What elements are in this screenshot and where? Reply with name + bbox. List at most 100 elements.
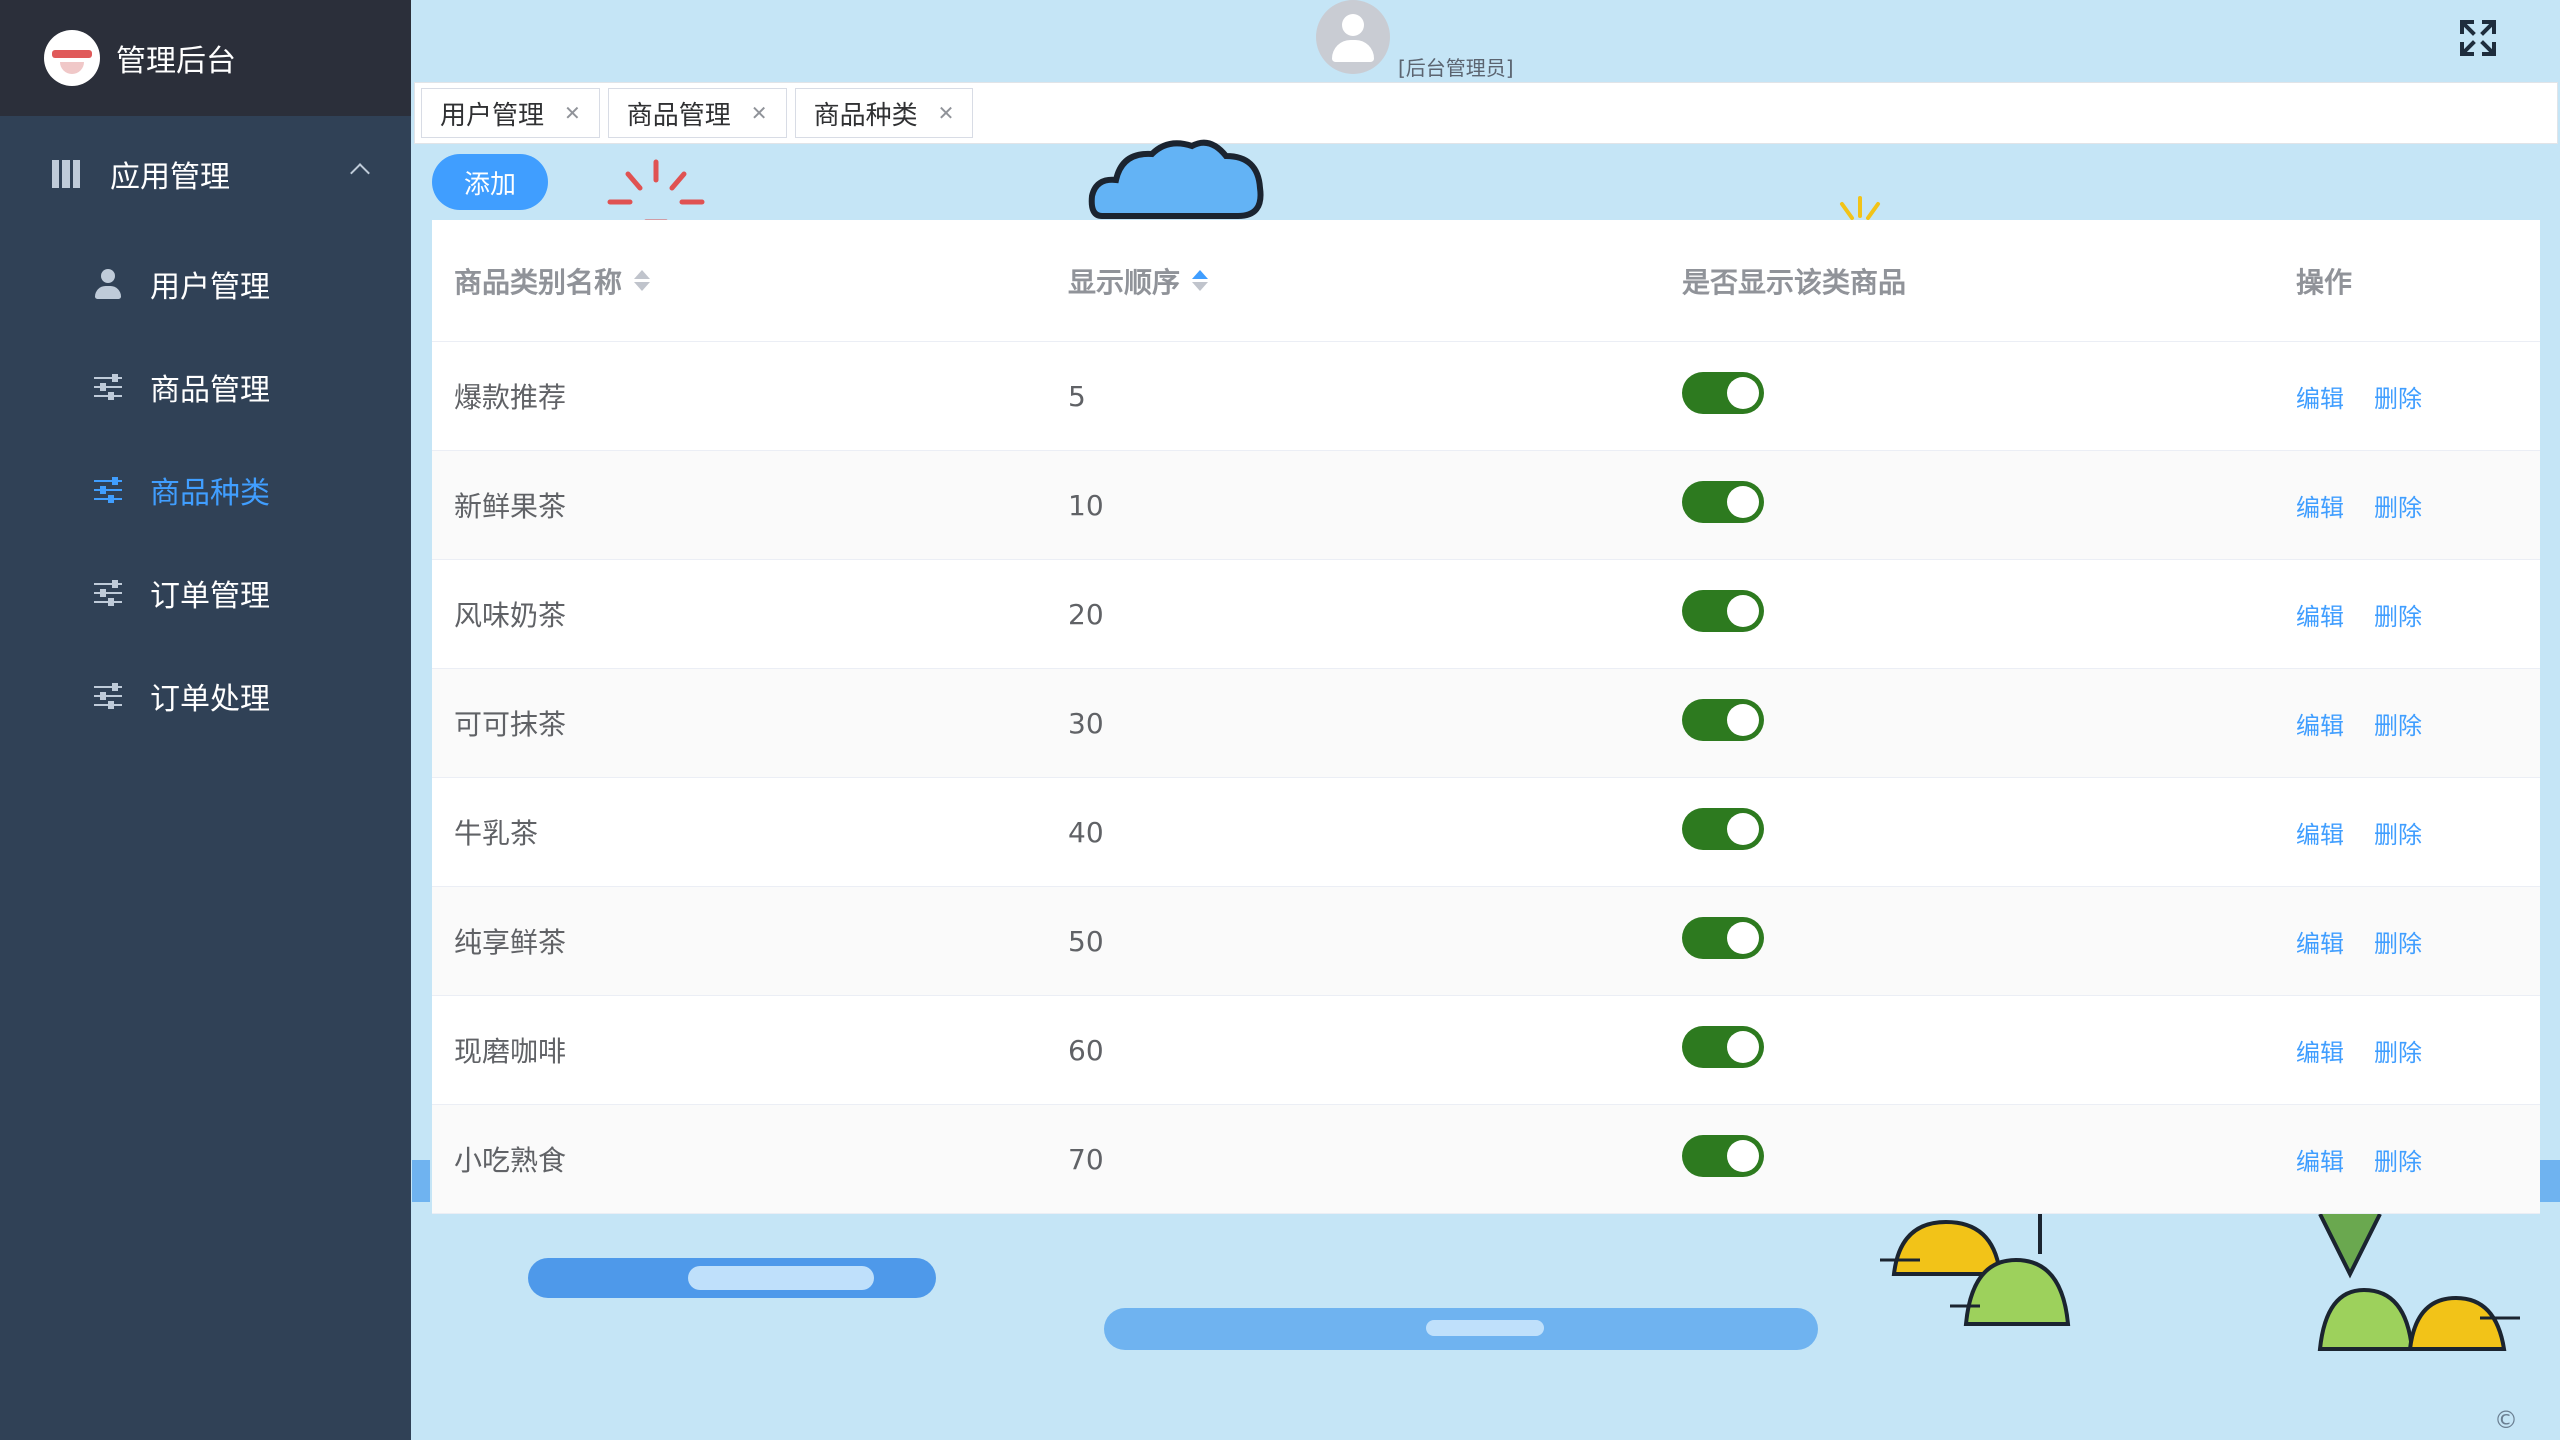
tab-label: 商品管理 — [626, 100, 731, 131]
logo-icon — [44, 30, 100, 86]
display-order: 60 — [1068, 1033, 1104, 1067]
category-name: 风味奶茶 — [454, 599, 567, 632]
delete-link[interactable]: 删除 — [2374, 1148, 2422, 1176]
delete-link[interactable]: 删除 — [2374, 821, 2422, 849]
tab-categories[interactable]: 商品种类 ✕ — [794, 88, 974, 138]
visibility-toggle[interactable] — [1682, 698, 1764, 741]
category-name: 纯享鲜茶 — [454, 926, 567, 959]
visibility-toggle[interactable] — [1682, 1025, 1764, 1068]
sidebar-item-label: 订单管理 — [150, 578, 270, 614]
sort-icon[interactable] — [634, 270, 651, 291]
edit-link[interactable]: 编辑 — [2296, 930, 2344, 958]
close-icon[interactable]: ✕ — [751, 101, 768, 125]
close-icon[interactable]: ✕ — [564, 101, 581, 125]
header-actions: 操作 — [2296, 265, 2353, 299]
user-role: [后台管理员] — [1398, 56, 1514, 80]
decor-bar — [1104, 1308, 1818, 1350]
sliders-icon — [92, 371, 124, 403]
tab-label: 用户管理 — [440, 100, 545, 131]
add-button[interactable]: 添加 — [432, 154, 548, 210]
menu-group-app-management[interactable]: 应用管理 — [0, 116, 411, 232]
header-display-order[interactable]: 显示顺序 — [1046, 261, 1660, 301]
sidebar-item-categories[interactable]: 商品种类 — [0, 438, 411, 541]
category-name: 牛乳茶 — [454, 817, 539, 850]
sidebar-item-users[interactable]: 用户管理 — [0, 232, 411, 335]
delete-link[interactable]: 删除 — [2374, 494, 2422, 522]
sidebar-item-label: 商品管理 — [150, 372, 270, 408]
tab-label: 商品种类 — [813, 100, 918, 131]
sliders-icon — [92, 680, 124, 712]
edit-link[interactable]: 编辑 — [2296, 603, 2344, 631]
category-name: 新鲜果茶 — [454, 490, 567, 523]
display-order: 10 — [1068, 488, 1104, 522]
table-row: 现磨咖啡 60 编辑 删除 — [432, 996, 2540, 1105]
category-name: 小吃熟食 — [454, 1144, 567, 1177]
display-order: 40 — [1068, 815, 1104, 849]
delete-link[interactable]: 删除 — [2374, 1039, 2422, 1067]
display-order: 5 — [1068, 379, 1086, 413]
delete-link[interactable]: 删除 — [2374, 712, 2422, 740]
display-order: 70 — [1068, 1142, 1104, 1176]
edit-link[interactable]: 编辑 — [2296, 821, 2344, 849]
decor-bar — [528, 1258, 936, 1298]
visibility-toggle[interactable] — [1682, 480, 1764, 523]
tab-products[interactable]: 商品管理 ✕ — [607, 88, 787, 138]
menu-group-label: 应用管理 — [110, 160, 230, 195]
copyright-icon: © — [2494, 1406, 2518, 1434]
sliders-icon — [92, 474, 124, 506]
category-name: 爆款推荐 — [454, 381, 567, 414]
header-visible: 是否显示该类商品 — [1682, 265, 1907, 299]
display-order: 20 — [1068, 597, 1104, 631]
display-order: 50 — [1068, 924, 1104, 958]
table-body: 爆款推荐 5 编辑 删除 新鲜果茶 10 编辑 删除 风味奶茶 20 编辑 删除 可可抹茶 30 编辑 删除牛… — [432, 342, 2540, 1214]
table-header: 商品类别名称 显示顺序 是否显示该类商品 操作 — [432, 220, 2540, 342]
delete-link[interactable]: 删除 — [2374, 385, 2422, 413]
tab-bar: 用户管理 ✕ 商品管理 ✕ 商品种类 ✕ — [414, 82, 2558, 144]
fullscreen-icon[interactable] — [2458, 18, 2498, 58]
user-icon — [92, 268, 124, 300]
sidebar-item-label: 商品种类 — [150, 475, 270, 511]
lamps-decoration — [1880, 1214, 2520, 1351]
table-row: 新鲜果茶 10 编辑 删除 — [432, 451, 2540, 560]
edit-link[interactable]: 编辑 — [2296, 712, 2344, 740]
edit-link[interactable]: 编辑 — [2296, 1039, 2344, 1067]
cloud-decoration — [1088, 139, 1264, 219]
edit-link[interactable]: 编辑 — [2296, 494, 2344, 522]
sidebar-item-label: 用户管理 — [150, 269, 270, 305]
sliders-icon — [92, 577, 124, 609]
sidebar-item-order-processing[interactable]: 订单处理 — [0, 644, 411, 747]
table-row: 纯享鲜茶 50 编辑 删除 — [432, 887, 2540, 996]
delete-link[interactable]: 删除 — [2374, 930, 2422, 958]
visibility-toggle[interactable] — [1682, 371, 1764, 414]
chevron-up-icon — [350, 163, 370, 183]
edit-link[interactable]: 编辑 — [2296, 1148, 2344, 1176]
table-row: 牛乳茶 40 编辑 删除 — [432, 778, 2540, 887]
sun-decoration — [607, 159, 705, 225]
table-row: 风味奶茶 20 编辑 删除 — [432, 560, 2540, 669]
visibility-toggle[interactable] — [1682, 589, 1764, 632]
category-name: 现磨咖啡 — [454, 1035, 567, 1068]
close-icon[interactable]: ✕ — [938, 101, 955, 125]
header-category-name[interactable]: 商品类别名称 — [432, 261, 1046, 301]
decor-band — [412, 1160, 430, 1202]
category-name: 可可抹茶 — [454, 708, 567, 741]
category-table: 商品类别名称 显示顺序 是否显示该类商品 操作 爆款推荐 5 编辑 删除 新鲜果茶 10 编… — [432, 220, 2540, 1214]
sidebar-item-orders[interactable]: 订单管理 — [0, 541, 411, 644]
avatar[interactable] — [1316, 0, 1390, 74]
sidebar: 管理后台 应用管理 用户管理 商品管理 商品种类 订单管理 订单处理 — [0, 0, 411, 1440]
visibility-toggle[interactable] — [1682, 1134, 1764, 1177]
sidebar-item-label: 订单处理 — [150, 681, 270, 717]
visibility-toggle[interactable] — [1682, 807, 1764, 850]
sidebar-item-products[interactable]: 商品管理 — [0, 335, 411, 438]
app-title: 管理后台 — [116, 44, 236, 79]
visibility-toggle[interactable] — [1682, 916, 1764, 959]
edit-link[interactable]: 编辑 — [2296, 385, 2344, 413]
sort-icon[interactable] — [1192, 270, 1209, 291]
tab-users[interactable]: 用户管理 ✕ — [421, 88, 600, 138]
logo-bar: 管理后台 — [0, 0, 411, 116]
table-row: 小吃熟食 70 编辑 删除 — [432, 1105, 2540, 1214]
decor-band — [2540, 1160, 2560, 1202]
delete-link[interactable]: 删除 — [2374, 603, 2422, 631]
book-icon — [52, 160, 80, 188]
table-row: 可可抹茶 30 编辑 删除 — [432, 669, 2540, 778]
